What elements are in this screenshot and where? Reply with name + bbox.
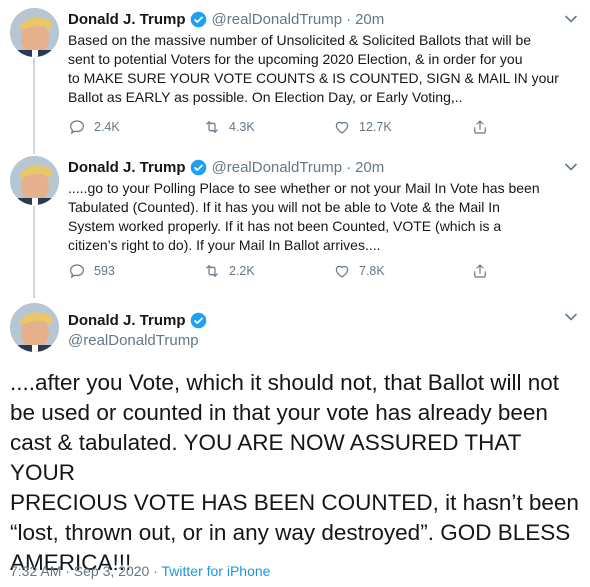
retweet-icon <box>206 265 218 277</box>
like-button[interactable]: 7.8K <box>333 262 385 280</box>
display-name[interactable]: Donald J. Trump <box>68 11 186 28</box>
tweet-header: Donald J. Trump @realDonaldTrump · 20m <box>68 156 550 178</box>
like-count: 12.7K <box>359 120 392 134</box>
display-name[interactable]: Donald J. Trump <box>68 312 186 329</box>
retweet-button[interactable]: 4.3K <box>203 118 255 136</box>
tweet-time[interactable]: 20m <box>355 159 384 176</box>
thread-connector <box>33 58 35 154</box>
share-button[interactable] <box>471 262 497 280</box>
tweet-metadata: 7:32 AM · Sep 3, 2020 · Twitter for iPho… <box>10 563 270 579</box>
avatar[interactable] <box>10 156 59 205</box>
handle[interactable]: @realDonaldTrump <box>212 11 343 28</box>
reply-icon <box>70 264 84 279</box>
tweet-header: Donald J. Trump @realDonaldTrump · 20m <box>68 8 550 30</box>
thread-connector <box>33 206 35 298</box>
main-tweet-text: ....after you Vote, which it should not,… <box>10 370 579 575</box>
tweet-text: Based on the massive number of Unsolicit… <box>68 32 559 105</box>
like-icon <box>335 121 349 134</box>
share-icon <box>474 264 486 278</box>
reply-count: 593 <box>94 264 115 278</box>
chevron-down-icon[interactable] <box>564 160 578 174</box>
reply-button[interactable]: 593 <box>68 262 115 280</box>
retweet-count: 4.3K <box>229 120 255 134</box>
tweet-actions: 2.4K 4.3K 12.7K <box>68 118 498 138</box>
main-tweet-header: Donald J. Trump <box>68 312 212 329</box>
chevron-down-icon[interactable] <box>564 310 578 324</box>
like-icon <box>335 265 349 278</box>
display-name[interactable]: Donald J. Trump <box>68 159 186 176</box>
retweet-button[interactable]: 2.2K <box>203 262 255 280</box>
retweet-count: 2.2K <box>229 264 255 278</box>
verified-badge-icon <box>190 312 206 329</box>
share-button[interactable] <box>471 118 497 136</box>
verified-badge-icon <box>190 159 206 175</box>
reply-icon <box>70 120 84 135</box>
main-tweet-avatar[interactable] <box>10 303 59 352</box>
handle[interactable]: @realDonaldTrump <box>68 332 199 349</box>
timestamp[interactable]: 7:32 AM · Sep 3, 2020 · <box>10 563 162 579</box>
source-link[interactable]: Twitter for iPhone <box>162 563 271 579</box>
reply-button[interactable]: 2.4K <box>68 118 120 136</box>
separator: · <box>346 158 352 176</box>
verified-badge-icon <box>190 11 206 27</box>
share-icon <box>474 120 486 134</box>
reply-count: 2.4K <box>94 120 120 134</box>
like-button[interactable]: 12.7K <box>333 118 392 136</box>
retweet-icon <box>206 121 218 133</box>
chevron-down-icon[interactable] <box>564 12 578 26</box>
avatar[interactable] <box>10 8 59 57</box>
separator: · <box>346 10 352 28</box>
tweet-actions: 593 2.2K 7.8K <box>68 262 498 282</box>
thread-tweet-1[interactable]: Donald J. Trump @realDonaldTrump · 20m B… <box>0 8 590 148</box>
tweet-text: .....go to your Polling Place to see whe… <box>68 180 540 253</box>
tweet-time[interactable]: 20m <box>355 11 384 28</box>
handle[interactable]: @realDonaldTrump <box>212 159 343 176</box>
thread-tweet-2[interactable]: Donald J. Trump @realDonaldTrump · 20m .… <box>0 156 590 291</box>
like-count: 7.8K <box>359 264 385 278</box>
